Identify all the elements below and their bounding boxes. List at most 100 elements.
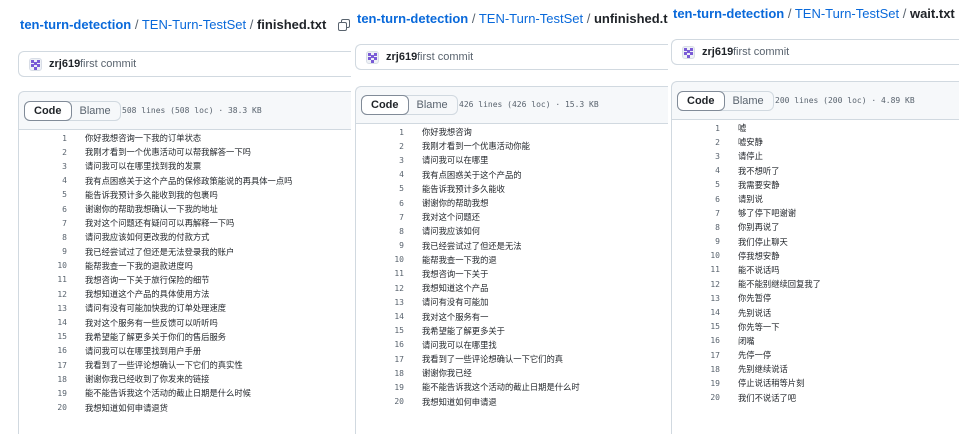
line-number[interactable]: 9 bbox=[356, 241, 404, 250]
line-number[interactable]: 20 bbox=[672, 393, 720, 402]
line-number[interactable]: 17 bbox=[356, 355, 404, 364]
line-number[interactable]: 4 bbox=[672, 166, 720, 175]
code-line: 18 谢谢你我已经 bbox=[356, 366, 668, 380]
line-text: 谢谢你我已经 bbox=[422, 368, 472, 379]
breadcrumb-folder-link[interactable]: TEN-Turn-TestSet bbox=[479, 11, 583, 26]
line-number[interactable]: 9 bbox=[19, 247, 67, 256]
tab-blame[interactable]: Blame bbox=[724, 92, 773, 110]
line-text: 我想咨询一下关于旅行保险的细节 bbox=[85, 274, 210, 285]
line-number[interactable]: 20 bbox=[19, 403, 67, 412]
code-line: 2 我刚才看到一个优惠活动你能 bbox=[356, 139, 668, 153]
code-line: 8 请问我应该如何 bbox=[356, 224, 668, 238]
line-number[interactable]: 14 bbox=[672, 308, 720, 317]
line-number[interactable]: 11 bbox=[356, 269, 404, 278]
commit-author[interactable]: zrj619 bbox=[702, 46, 733, 58]
line-number[interactable]: 13 bbox=[672, 294, 720, 303]
line-number[interactable]: 11 bbox=[672, 265, 720, 274]
commit-author[interactable]: zrj619 bbox=[386, 51, 417, 63]
line-number[interactable]: 3 bbox=[19, 162, 67, 171]
line-number[interactable]: 8 bbox=[356, 227, 404, 236]
line-number[interactable]: 6 bbox=[356, 199, 404, 208]
line-text: 谢谢你的帮助我想确认一下我的地址 bbox=[85, 204, 218, 215]
copy-path-icon[interactable] bbox=[337, 19, 350, 31]
line-number[interactable]: 16 bbox=[672, 336, 720, 345]
line-number[interactable]: 18 bbox=[672, 365, 720, 374]
line-text: 请问有没有可能加快我的订单处理速度 bbox=[85, 303, 227, 314]
line-number[interactable]: 16 bbox=[19, 346, 67, 355]
line-number[interactable]: 12 bbox=[672, 280, 720, 289]
code-line: 19 能不能告诉我这个活动的截止日期是什么时候 bbox=[19, 386, 351, 400]
line-number[interactable]: 1 bbox=[19, 134, 67, 143]
breadcrumb-repo-link[interactable]: ten-turn-detection bbox=[20, 17, 131, 32]
avatar[interactable] bbox=[366, 50, 379, 64]
code-line: 10 能帮我查一下我的退款进度吗 bbox=[19, 259, 351, 273]
tab-code[interactable]: Code bbox=[677, 90, 725, 111]
line-number[interactable]: 6 bbox=[672, 195, 720, 204]
line-number[interactable]: 15 bbox=[19, 332, 67, 341]
line-number[interactable]: 7 bbox=[356, 213, 404, 222]
line-number[interactable]: 18 bbox=[356, 369, 404, 378]
commit-author[interactable]: zrj619 bbox=[49, 58, 80, 70]
line-number[interactable]: 1 bbox=[356, 128, 404, 137]
line-number[interactable]: 18 bbox=[19, 375, 67, 384]
line-number[interactable]: 2 bbox=[672, 138, 720, 147]
line-number[interactable]: 19 bbox=[672, 379, 720, 388]
line-text: 我刚才看到一个优惠活动可以帮我解答一下吗 bbox=[85, 147, 251, 158]
line-number[interactable]: 14 bbox=[19, 318, 67, 327]
line-number[interactable]: 7 bbox=[19, 219, 67, 228]
code-view: 1 你好我想咨询一下我的订单状态 2 我刚才看到一个优惠活动可以帮我解答一下吗 3 请问我… bbox=[18, 130, 351, 434]
tab-blame[interactable]: Blame bbox=[71, 102, 120, 120]
line-number[interactable]: 13 bbox=[356, 298, 404, 307]
commit-message[interactable]: first commit bbox=[80, 58, 136, 70]
breadcrumb-folder-link[interactable]: TEN-Turn-TestSet bbox=[795, 6, 899, 21]
commit-message[interactable]: first commit bbox=[417, 51, 473, 63]
line-number[interactable]: 11 bbox=[19, 275, 67, 284]
line-number[interactable]: 5 bbox=[19, 190, 67, 199]
file-panel-unfinished: ten-turn-detection / TEN-Turn-TestSet / … bbox=[355, 0, 668, 434]
line-number[interactable]: 2 bbox=[19, 148, 67, 157]
breadcrumb-repo-link[interactable]: ten-turn-detection bbox=[673, 6, 784, 21]
line-number[interactable]: 8 bbox=[672, 223, 720, 232]
line-text: 我已经尝试过了但还是无法登录我的账户 bbox=[85, 246, 235, 257]
avatar[interactable] bbox=[29, 57, 42, 71]
line-number[interactable]: 9 bbox=[672, 237, 720, 246]
tab-code[interactable]: Code bbox=[361, 95, 409, 115]
line-number[interactable]: 5 bbox=[356, 184, 404, 193]
line-number[interactable]: 20 bbox=[356, 397, 404, 406]
line-number[interactable]: 7 bbox=[672, 209, 720, 218]
line-number[interactable]: 17 bbox=[19, 361, 67, 370]
line-text: 请问我可以在哪里 bbox=[422, 155, 489, 166]
tab-code[interactable]: Code bbox=[24, 100, 72, 121]
line-number[interactable]: 10 bbox=[356, 255, 404, 264]
line-number[interactable]: 8 bbox=[19, 233, 67, 242]
line-number[interactable]: 3 bbox=[356, 156, 404, 165]
commit-message[interactable]: first commit bbox=[733, 46, 789, 58]
line-number[interactable]: 10 bbox=[672, 251, 720, 260]
line-number[interactable]: 12 bbox=[19, 290, 67, 299]
line-number[interactable]: 19 bbox=[356, 383, 404, 392]
line-number[interactable]: 17 bbox=[672, 351, 720, 360]
line-number[interactable]: 15 bbox=[672, 322, 720, 331]
line-number[interactable]: 4 bbox=[19, 176, 67, 185]
line-number[interactable]: 12 bbox=[356, 284, 404, 293]
tab-blame[interactable]: Blame bbox=[408, 96, 457, 114]
line-number[interactable]: 13 bbox=[19, 304, 67, 313]
line-text: 请别说 bbox=[738, 194, 763, 205]
code-line: 12 我想知道这个产品 bbox=[356, 281, 668, 295]
line-number[interactable]: 10 bbox=[19, 261, 67, 270]
line-number[interactable]: 5 bbox=[672, 180, 720, 189]
line-number[interactable]: 3 bbox=[672, 152, 720, 161]
avatar[interactable] bbox=[682, 45, 695, 59]
line-number[interactable]: 4 bbox=[356, 170, 404, 179]
line-text: 我们不说话了吧 bbox=[738, 392, 797, 403]
line-number[interactable]: 1 bbox=[672, 124, 720, 133]
line-number[interactable]: 19 bbox=[19, 389, 67, 398]
line-number[interactable]: 15 bbox=[356, 326, 404, 335]
code-view: 1 你好我想咨询 2 我刚才看到一个优惠活动你能 3 请问我可以在哪里 4 我有点困惑关于这个… bbox=[355, 124, 668, 434]
breadcrumb-folder-link[interactable]: TEN-Turn-TestSet bbox=[142, 17, 246, 32]
line-number[interactable]: 16 bbox=[356, 340, 404, 349]
line-number[interactable]: 2 bbox=[356, 142, 404, 151]
line-number[interactable]: 6 bbox=[19, 205, 67, 214]
line-number[interactable]: 14 bbox=[356, 312, 404, 321]
breadcrumb-repo-link[interactable]: ten-turn-detection bbox=[357, 11, 468, 26]
